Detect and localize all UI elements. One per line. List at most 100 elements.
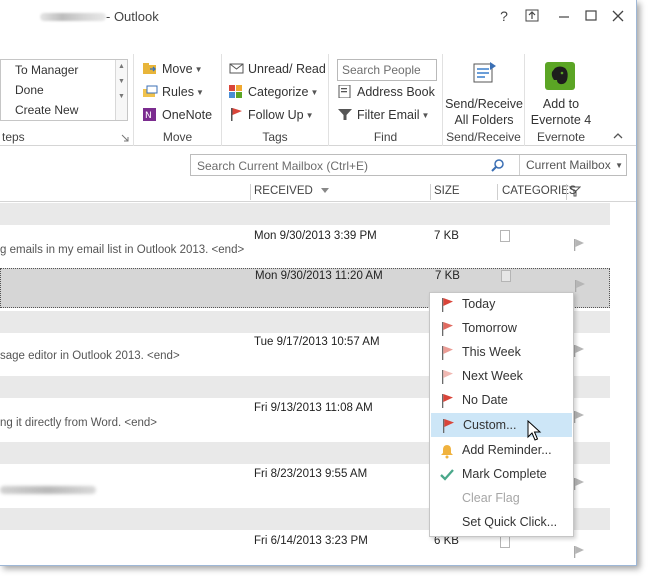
flag-next-week-icon: [442, 370, 453, 384]
flag-status-column-icon[interactable]: [569, 186, 581, 198]
flag-icon[interactable]: [572, 477, 586, 491]
quick-step-to-manager[interactable]: To Manager: [15, 63, 78, 77]
flag-icon[interactable]: [572, 410, 586, 424]
category-box[interactable]: [500, 230, 510, 242]
menu-item-label: Next Week: [462, 369, 523, 383]
evernote-icon: [545, 62, 575, 90]
size-column-header[interactable]: SIZE: [434, 185, 460, 197]
more-icon[interactable]: ▼: [116, 93, 127, 100]
menu-item-this-week[interactable]: This Week: [431, 341, 572, 365]
quick-steps-group: To Manager Done Create New ▲ ▼ ▼ teps: [0, 54, 134, 146]
evernote-label-2: Evernote 4: [530, 113, 592, 127]
blurred-account-name: [40, 13, 106, 21]
menu-item-next-week[interactable]: Next Week: [431, 365, 572, 389]
rules-label: Rules: [162, 85, 194, 99]
flag-icon[interactable]: [573, 279, 587, 293]
column-divider[interactable]: [250, 184, 251, 200]
funnel-icon: [338, 109, 352, 120]
ribbon-display-icon: [525, 9, 539, 22]
menu-item-label: Tomorrow: [462, 321, 517, 335]
dialog-launcher-icon[interactable]: [121, 134, 129, 142]
category-box[interactable]: [500, 536, 510, 548]
group-header-row[interactable]: [0, 203, 610, 225]
column-header-row: RECEIVED SIZE CATEGORIES: [0, 182, 636, 202]
group-label: Move: [162, 130, 193, 144]
send-receive-label-1: Send/Receive: [445, 97, 523, 111]
address-book-button[interactable]: Address Book: [338, 85, 435, 99]
chevron-down-icon[interactable]: ▼: [116, 78, 127, 85]
ribbon-display-options-button[interactable]: [521, 6, 543, 26]
follow-up-context-menu: Today Tomorrow This Week Next Week No Da…: [429, 292, 574, 537]
collapse-ribbon-icon[interactable]: [612, 132, 624, 140]
menu-item-custom[interactable]: Custom...: [431, 413, 572, 437]
received-column-header[interactable]: RECEIVED: [254, 185, 313, 197]
group-label: teps: [2, 130, 25, 144]
chevron-up-icon[interactable]: ▲: [116, 63, 127, 70]
column-divider[interactable]: [430, 184, 431, 200]
close-icon: [612, 10, 624, 22]
message-list-scrollbar[interactable]: [610, 202, 636, 565]
onenote-button[interactable]: N OneNote: [143, 108, 212, 122]
send-receive-all-folders-button[interactable]: Send/Receive All Folders: [443, 54, 525, 127]
message-row[interactable]: g emails in my email list in Outlook 201…: [0, 226, 610, 270]
menu-item-mark-complete[interactable]: Mark Complete: [431, 463, 572, 487]
quick-steps-scroll[interactable]: ▲ ▼ ▼: [115, 60, 127, 120]
message-size: 7 KB: [434, 230, 459, 242]
search-scope-dropdown[interactable]: Current Mailbox ▼: [519, 155, 627, 175]
categorize-button[interactable]: Categorize ▼: [229, 85, 318, 99]
group-label: Send/Receive: [446, 130, 521, 144]
message-received: Fri 8/23/2013 9:55 AM: [254, 468, 368, 480]
group-label: Tags: [262, 130, 288, 144]
flag-today-icon: [442, 298, 453, 312]
flag-icon[interactable]: [572, 545, 586, 559]
categorize-label: Categorize: [248, 85, 309, 99]
menu-item-label: Set Quick Click...: [462, 515, 558, 529]
window-title: - Outlook: [106, 9, 159, 24]
mailbox-search-input[interactable]: Search Current Mailbox (Ctrl+E) Current …: [190, 154, 627, 176]
column-divider[interactable]: [497, 184, 498, 200]
move-button[interactable]: Move ▼: [143, 62, 203, 76]
rules-button[interactable]: Rules ▼: [143, 85, 204, 99]
unread-read-button[interactable]: Unread/ Read: [229, 62, 326, 76]
category-box[interactable]: [501, 270, 511, 282]
elephant-icon: [551, 66, 568, 85]
menu-item-tomorrow[interactable]: Tomorrow: [431, 317, 572, 341]
add-to-evernote-button[interactable]: Add to Evernote 4: [525, 54, 597, 127]
bell-icon: [441, 445, 453, 459]
minimize-icon: [559, 16, 569, 18]
flag-icon[interactable]: [572, 238, 586, 252]
column-divider[interactable]: [566, 184, 567, 200]
flag-icon[interactable]: [572, 344, 586, 358]
help-button[interactable]: ?: [493, 6, 515, 26]
flag-icon: [231, 108, 242, 121]
onenote-icon: N: [143, 108, 156, 121]
find-group: Search People Address Book Filter Email ▼…: [329, 54, 443, 146]
search-people-input[interactable]: Search People: [337, 59, 437, 81]
quick-step-create-new[interactable]: Create New: [15, 103, 78, 117]
filter-email-button[interactable]: Filter Email ▼: [338, 108, 429, 122]
menu-item-set-quick-click[interactable]: Set Quick Click...: [431, 511, 572, 535]
minimize-button[interactable]: [553, 6, 575, 26]
menu-item-today[interactable]: Today: [431, 293, 572, 317]
menu-item-no-date[interactable]: No Date: [431, 389, 572, 413]
categorize-icon: [229, 85, 242, 98]
search-icon[interactable]: [491, 158, 505, 172]
quick-step-done[interactable]: Done: [15, 83, 44, 97]
flag-custom-icon: [443, 419, 454, 433]
menu-item-clear-flag: Clear Flag: [431, 487, 572, 511]
blurred-preview: [0, 486, 96, 494]
close-button[interactable]: [607, 6, 629, 26]
maximize-icon: [585, 10, 597, 21]
folder-move-icon: [143, 63, 156, 74]
maximize-button[interactable]: [580, 6, 602, 26]
flag-tomorrow-icon: [442, 322, 453, 336]
follow-up-button[interactable]: Follow Up ▼: [229, 108, 314, 122]
sort-descending-icon: [321, 188, 329, 193]
unread-read-label: Unread/ Read: [248, 62, 326, 76]
evernote-label-1: Add to: [542, 97, 580, 111]
menu-item-add-reminder[interactable]: Add Reminder...: [431, 439, 572, 463]
move-label: Move: [162, 62, 193, 76]
menu-item-label: Custom...: [463, 418, 517, 432]
address-book-label: Address Book: [357, 85, 435, 99]
quick-step-label: To Manager: [15, 63, 79, 77]
